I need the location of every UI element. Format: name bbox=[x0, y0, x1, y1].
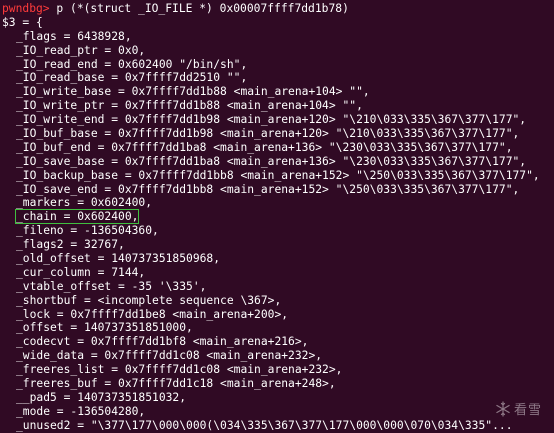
struct-field-text: _IO_save_base = 0x7ffff7dd1ba8 <main_are… bbox=[16, 154, 527, 168]
result-header: $3 = { bbox=[2, 15, 43, 29]
struct-field-text: __pad5 = 140737351851032, bbox=[16, 390, 187, 404]
gdb-command: p (*(struct _IO_FILE *) 0x00007ffff7dd1b… bbox=[49, 2, 349, 15]
struct-field-text: _wide_data = 0x7ffff7dd1c08 <main_arena+… bbox=[16, 349, 323, 363]
struct-field-text: _IO_write_end = 0x7ffff7dd1b98 <main_are… bbox=[16, 113, 527, 127]
struct-field-line: _IO_read_base = 0x7ffff7dd2510 "", bbox=[2, 71, 554, 85]
snowflake-icon bbox=[495, 400, 511, 417]
struct-field-line: _IO_write_ptr = 0x7ffff7dd1b88 <main_are… bbox=[2, 99, 554, 113]
struct-field-line: _lock = 0x7ffff7dd1be8 <main_arena+200>, bbox=[2, 308, 554, 322]
pwndbg-prompt: pwndbg> bbox=[2, 2, 50, 15]
struct-field-line: _IO_write_base = 0x7ffff7dd1b88 <main_ar… bbox=[2, 85, 554, 99]
struct-field-text: _mode = -136504280, bbox=[16, 404, 146, 418]
struct-field-line: _old_offset = 140737351850968, bbox=[2, 252, 554, 266]
struct-field-text: _cur_column = 7144, bbox=[16, 265, 146, 279]
struct-field-line: _flags2 = 32767, bbox=[2, 238, 554, 252]
struct-field-line: _vtable_offset = -35 '\335', bbox=[2, 280, 554, 294]
struct-field-text: _markers = 0x602400, bbox=[16, 196, 153, 210]
struct-field-line: _offset = 140737351851000, bbox=[2, 321, 554, 335]
struct-field-line: __pad5 = 140737351851032, bbox=[2, 391, 554, 405]
struct-field-text: _IO_read_end = 0x602400 "/bin/sh", bbox=[16, 57, 248, 71]
struct-field-line: _IO_backup_base = 0x7ffff7dd1bb8 <main_a… bbox=[2, 169, 554, 183]
struct-field-line: _IO_buf_base = 0x7ffff7dd1b98 <main_aren… bbox=[2, 127, 554, 141]
struct-fields-before: _flags = 6438928, _IO_read_ptr = 0x0, _IO_… bbox=[2, 30, 554, 211]
struct-field-text: _flags2 = 32767, bbox=[16, 238, 125, 252]
struct-field-text: _fileno = -136504360, bbox=[16, 224, 159, 238]
struct-field-text: _unused2 = "\377\177\000\000(\034\335\36… bbox=[16, 418, 513, 432]
struct-field-text: _IO_write_base = 0x7ffff7dd1b88 <main_ar… bbox=[16, 85, 370, 99]
struct-field-line: _fileno = -136504360, bbox=[2, 224, 554, 238]
struct-field-line: _mode = -136504280, bbox=[2, 405, 554, 419]
struct-field-line: _IO_write_end = 0x7ffff7dd1b98 <main_are… bbox=[2, 113, 554, 127]
struct-field-line: _IO_buf_end = 0x7ffff7dd1ba8 <main_arena… bbox=[2, 141, 554, 155]
struct-field-line: _IO_read_end = 0x602400 "/bin/sh", bbox=[2, 58, 554, 72]
struct-field-text: _IO_buf_end = 0x7ffff7dd1ba8 <main_arena… bbox=[16, 140, 513, 154]
struct-field-line: _freeres_buf = 0x7ffff7dd1c18 <main_aren… bbox=[2, 377, 554, 391]
struct-field-text: _IO_buf_base = 0x7ffff7dd1b98 <main_aren… bbox=[16, 127, 520, 141]
struct-field-line: _wide_data = 0x7ffff7dd1c08 <main_arena+… bbox=[2, 349, 554, 363]
watermark-text: 看雪 bbox=[513, 403, 542, 418]
struct-field-text: _IO_save_end = 0x7ffff7dd1bb8 <main_aren… bbox=[16, 182, 520, 196]
struct-field-text: _IO_read_ptr = 0x0, bbox=[16, 43, 146, 57]
struct-fields-after: _fileno = -136504360, _flags2 = 32767, _ol… bbox=[2, 224, 554, 432]
struct-field-line: _shortbuf = <incomplete sequence \367>, bbox=[2, 294, 554, 308]
terminal-window[interactable]: pwndbg> p (*(struct _IO_FILE *) 0x00007f… bbox=[0, 0, 554, 432]
struct-field-line: _IO_save_end = 0x7ffff7dd1bb8 <main_aren… bbox=[2, 183, 554, 197]
chain-field-highlight: _chain = 0x602400, bbox=[14, 209, 140, 225]
struct-field-text: _IO_backup_base = 0x7ffff7dd1bb8 <main_a… bbox=[16, 168, 540, 182]
struct-field-line: _cur_column = 7144, bbox=[2, 266, 554, 280]
watermark: 看雪 bbox=[495, 399, 542, 418]
struct-field-text: _freeres_buf = 0x7ffff7dd1c18 <main_aren… bbox=[16, 377, 336, 391]
struct-field-line: _unused2 = "\377\177\000\000(\034\335\36… bbox=[2, 419, 554, 433]
struct-field-text: _IO_read_base = 0x7ffff7dd2510 "", bbox=[16, 71, 248, 85]
struct-field-line: _freeres_list = 0x7ffff7dd1c08 <main_are… bbox=[2, 363, 554, 377]
struct-field-text: _vtable_offset = -35 '\335', bbox=[16, 279, 207, 293]
command-line: pwndbg> p (*(struct _IO_FILE *) 0x00007f… bbox=[2, 2, 554, 16]
struct-field-text: _old_offset = 140737351850968, bbox=[16, 252, 221, 266]
field-line-chain: _chain = 0x602400, bbox=[2, 209, 554, 225]
struct-field-line: _codecvt = 0x7ffff7dd1bf8 <main_arena+21… bbox=[2, 335, 554, 349]
struct-field-text: _codecvt = 0x7ffff7dd1bf8 <main_arena+21… bbox=[16, 335, 309, 349]
struct-field-line: _IO_read_ptr = 0x0, bbox=[2, 44, 554, 58]
struct-field-text: _lock = 0x7ffff7dd1be8 <main_arena+200>, bbox=[16, 307, 289, 321]
struct-field-text: _shortbuf = <incomplete sequence \367>, bbox=[16, 293, 282, 307]
struct-field-text: _flags = 6438928, bbox=[16, 29, 132, 43]
struct-field-line: _flags = 6438928, bbox=[2, 30, 554, 44]
struct-field-text: _freeres_list = 0x7ffff7dd1c08 <main_are… bbox=[16, 363, 343, 377]
struct-field-line: _IO_save_base = 0x7ffff7dd1ba8 <main_are… bbox=[2, 155, 554, 169]
struct-field-line: _markers = 0x602400, bbox=[2, 196, 554, 210]
struct-field-text: _offset = 140737351851000, bbox=[16, 321, 193, 335]
struct-field-text: _IO_write_ptr = 0x7ffff7dd1b88 <main_are… bbox=[16, 99, 363, 113]
